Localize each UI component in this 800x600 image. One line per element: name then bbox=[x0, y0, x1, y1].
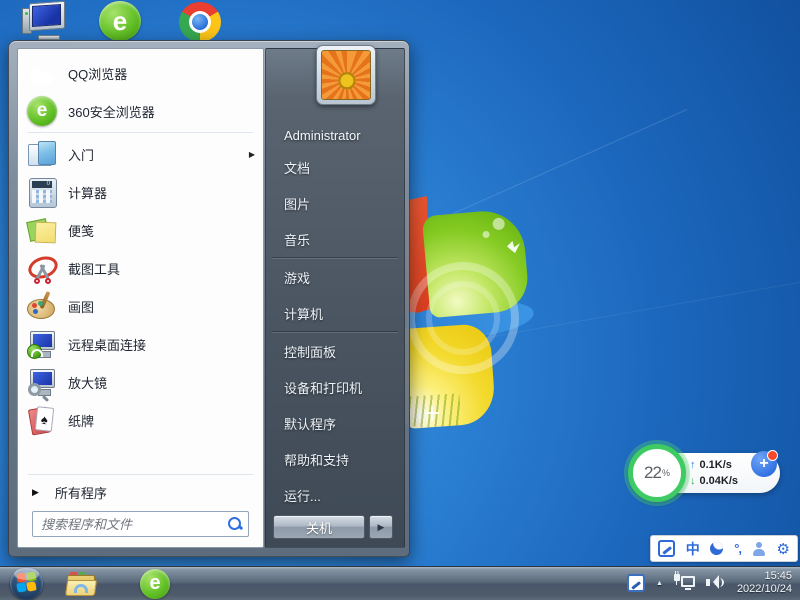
shutdown-button[interactable]: 关机 bbox=[273, 515, 365, 539]
wallpaper-ring bbox=[426, 281, 500, 355]
chrome-desktop-icon[interactable] bbox=[179, 2, 221, 42]
clock[interactable]: 15:45 2022/10/24 bbox=[737, 570, 792, 596]
solitaire-icon: ♠ bbox=[26, 404, 58, 436]
user-avatar[interactable] bbox=[316, 45, 376, 105]
magnifier-icon bbox=[26, 366, 58, 398]
menu-separator bbox=[28, 474, 253, 475]
all-programs-button[interactable]: ▶ 所有程序 bbox=[18, 477, 263, 507]
start-menu-item-devices-printers[interactable]: 设备和打印机 bbox=[266, 369, 404, 405]
ime-settings-gear-icon[interactable]: ⚙ bbox=[776, 540, 789, 558]
upload-arrow-icon: ↑ bbox=[690, 457, 696, 473]
start-menu-right-panel: Administrator 文档 图片 音乐 游戏 计算机 控制面板 设备和打印… bbox=[265, 48, 405, 548]
start-menu-item-computer[interactable]: 计算机 bbox=[266, 295, 404, 331]
start-menu-item-remote-desktop[interactable]: 远程桌面连接 bbox=[18, 325, 263, 363]
ime-logo-icon[interactable] bbox=[658, 540, 675, 557]
all-programs-arrow-icon: ▶ bbox=[32, 487, 39, 498]
upload-speed: 0.1K/s bbox=[700, 457, 732, 473]
sticky-notes-icon bbox=[26, 214, 58, 246]
start-menu-item-help-support[interactable]: 帮助和支持 bbox=[266, 441, 404, 477]
download-speed: 0.04K/s bbox=[700, 473, 739, 489]
taskbar: e ▲ 15:45 2022/10/24 bbox=[0, 566, 800, 600]
ime-language-mode-button[interactable]: 中 bbox=[686, 539, 700, 559]
start-menu: QQ浏览器 e 360安全浏览器 入门 ▶ 0 计算器 便笺 截图工具 画图 bbox=[8, 40, 410, 557]
start-menu-item-default-programs[interactable]: 默认程序 bbox=[266, 405, 404, 441]
ime-user-icon[interactable] bbox=[752, 542, 766, 556]
start-menu-item-games[interactable]: 游戏 bbox=[266, 259, 404, 295]
memory-usage-ball[interactable]: 22 % bbox=[628, 444, 686, 502]
clock-time: 15:45 bbox=[737, 570, 792, 583]
snipping-tool-icon bbox=[26, 252, 58, 284]
search-icon bbox=[227, 516, 243, 532]
computer-desktop-icon[interactable] bbox=[22, 2, 68, 40]
net-speed-widget[interactable]: ↑0.1K/s ↓0.04K/s + 22 % bbox=[628, 444, 784, 502]
start-menu-item-paint[interactable]: 画图 bbox=[18, 287, 263, 325]
start-menu-item-documents[interactable]: 文档 bbox=[266, 149, 404, 185]
user-name[interactable]: Administrator bbox=[266, 121, 404, 149]
shutdown-options-arrow-button[interactable]: ▶ bbox=[369, 515, 393, 539]
download-arrow-icon: ↓ bbox=[690, 473, 696, 489]
submenu-arrow-icon: ▶ bbox=[249, 150, 255, 159]
start-menu-item-pictures[interactable]: 图片 bbox=[266, 185, 404, 221]
system-tray: ▲ 15:45 2022/10/24 bbox=[627, 566, 800, 600]
start-menu-item-magnifier[interactable]: 放大镜 bbox=[18, 363, 263, 401]
360-browser-desktop-icon[interactable]: e bbox=[99, 1, 141, 41]
start-menu-item-sticky-notes[interactable]: 便笺 bbox=[18, 211, 263, 249]
start-menu-left-panel: QQ浏览器 e 360安全浏览器 入门 ▶ 0 计算器 便笺 截图工具 画图 bbox=[17, 48, 264, 548]
windows-orb-icon bbox=[10, 567, 43, 600]
qq-browser-icon bbox=[26, 57, 58, 89]
ime-status-tray-icon[interactable] bbox=[627, 574, 645, 592]
search-input[interactable] bbox=[32, 511, 249, 537]
ime-punctuation-button[interactable]: °, bbox=[734, 541, 741, 556]
explorer-folder-icon bbox=[66, 572, 96, 596]
show-hidden-icons-arrow[interactable]: ▲ bbox=[656, 580, 663, 587]
start-menu-item-run[interactable]: 运行... bbox=[266, 477, 404, 513]
getting-started-icon bbox=[26, 138, 58, 170]
boost-plus-button[interactable]: + bbox=[751, 451, 777, 477]
shutdown-row: 关机 ▶ bbox=[266, 515, 404, 539]
start-menu-item-control-panel[interactable]: 控制面板 bbox=[266, 333, 404, 369]
start-menu-item-360-browser[interactable]: e 360安全浏览器 bbox=[18, 92, 263, 130]
taskbar-explorer-button[interactable] bbox=[60, 568, 102, 600]
remote-desktop-icon bbox=[26, 328, 58, 360]
360-browser-icon: e bbox=[26, 95, 58, 127]
network-tray-icon[interactable] bbox=[674, 574, 695, 592]
search-row bbox=[32, 511, 249, 537]
ime-toolbar: 中 °, ⚙ bbox=[650, 535, 798, 562]
ime-halfwidth-moon-icon[interactable] bbox=[708, 540, 725, 557]
avatar-flower-photo bbox=[321, 50, 371, 100]
memory-percent: 22 bbox=[644, 463, 661, 483]
wallpaper-sparkle bbox=[425, 406, 439, 420]
paint-icon bbox=[26, 290, 58, 322]
volume-tray-icon[interactable] bbox=[706, 575, 724, 591]
start-menu-item-calculator[interactable]: 0 计算器 bbox=[18, 173, 263, 211]
start-menu-item-getting-started[interactable]: 入门 ▶ bbox=[18, 135, 263, 173]
menu-separator bbox=[28, 132, 253, 133]
taskbar-360-browser-button[interactable]: e bbox=[134, 568, 176, 600]
calculator-icon: 0 bbox=[26, 176, 58, 208]
start-menu-item-qq-browser[interactable]: QQ浏览器 bbox=[18, 54, 263, 92]
start-menu-item-snipping-tool[interactable]: 截图工具 bbox=[18, 249, 263, 287]
start-button[interactable] bbox=[6, 568, 46, 600]
net-speeds: ↑0.1K/s ↓0.04K/s bbox=[690, 457, 752, 489]
start-menu-item-music[interactable]: 音乐 bbox=[266, 221, 404, 257]
360-browser-icon: e bbox=[140, 569, 170, 599]
start-menu-item-solitaire[interactable]: ♠ 纸牌 bbox=[18, 401, 263, 439]
memory-percent-unit: % bbox=[662, 468, 670, 478]
clock-date: 2022/10/24 bbox=[737, 583, 792, 596]
